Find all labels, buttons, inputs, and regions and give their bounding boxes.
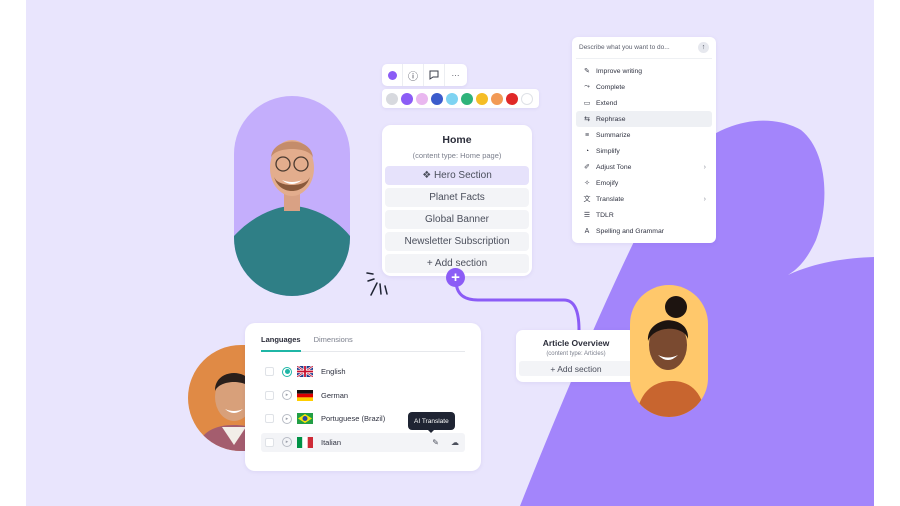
info-button[interactable]: ⓘ xyxy=(403,64,424,86)
ai-menu-item-label: Adjust Tone xyxy=(596,163,632,171)
default-radio[interactable]: ▸ xyxy=(282,390,292,400)
comment-icon xyxy=(429,70,439,80)
ai-menu-item-label: Simplify xyxy=(596,147,620,155)
ai-menu-item-label: Rephrase xyxy=(596,115,626,123)
default-radio[interactable]: ▸ xyxy=(282,437,292,447)
article-card-subtitle: (content type: Articles) xyxy=(546,351,606,357)
extend-icon: ▭ xyxy=(583,100,591,107)
row-checkbox[interactable] xyxy=(265,390,274,400)
home-card-subtitle: (content type: Home page) xyxy=(412,151,502,160)
home-card-title: Home xyxy=(442,134,472,146)
color-swatch[interactable] xyxy=(491,92,503,105)
color-button[interactable] xyxy=(382,64,403,86)
color-swatch[interactable] xyxy=(476,92,488,105)
default-radio[interactable] xyxy=(282,366,292,377)
ai-menu-item-spelling-and-grammar[interactable]: A Spelling and Grammar xyxy=(576,223,712,239)
ai-menu-item-complete[interactable]: ⤳ Complete xyxy=(576,79,712,95)
article-add-section-button[interactable]: + Add section xyxy=(519,361,633,376)
send-arrow-icon[interactable]: ↑ xyxy=(698,42,709,53)
complete-icon: ⤳ xyxy=(584,83,590,90)
language-row-german[interactable]: ▸ German xyxy=(261,386,465,405)
ai-menu-item-tdlr[interactable]: ☰ TDLR xyxy=(576,207,712,223)
comment-button[interactable] xyxy=(424,64,445,86)
language-name: Portuguese (Brazil) xyxy=(321,414,386,423)
color-swatch[interactable] xyxy=(461,92,473,105)
flag-uk-icon xyxy=(297,366,313,377)
ai-menu-item-extend[interactable]: ▭ Extend xyxy=(576,95,712,111)
language-row-italian[interactable]: ▸ Italian ✎ ☁ xyxy=(261,432,465,452)
tab-languages[interactable]: Languages xyxy=(261,335,301,352)
language-row-english[interactable]: English xyxy=(261,362,465,381)
more-button[interactable]: ··· xyxy=(445,64,466,86)
color-swatch[interactable] xyxy=(431,92,443,105)
portrait-woman-smiling xyxy=(630,285,708,417)
chevron-right-icon: › xyxy=(703,195,706,203)
ai-menu-item-label: TDLR xyxy=(596,211,614,219)
flag-brazil-icon xyxy=(297,413,313,424)
ai-menu-item-improve-writing[interactable]: ✎ Improve writing xyxy=(576,63,712,79)
color-dot-icon xyxy=(387,70,397,80)
ai-menu-item-label: Improve writing xyxy=(596,67,643,75)
row-checkbox[interactable] xyxy=(265,437,274,447)
ai-menu-item-label: Summarize xyxy=(596,131,631,139)
row-checkbox[interactable] xyxy=(265,414,274,423)
ai-menu-item-simplify[interactable]: ◔ Simplify xyxy=(576,143,712,159)
improve-writing-icon: ✎ xyxy=(584,68,590,75)
ai-translate-tooltip: AI Translate xyxy=(408,412,455,433)
color-palette xyxy=(382,89,539,108)
color-swatch[interactable] xyxy=(506,92,518,105)
ai-menu-item-adjust-tone[interactable]: ✐ Adjust Tone › xyxy=(576,159,712,175)
home-page-card: Home (content type: Home page) ❖ Hero Se… xyxy=(382,125,532,276)
ai-menu-item-label: Translate xyxy=(596,195,625,203)
ai-translate-icon[interactable]: ✎ xyxy=(432,438,439,447)
spelling-and-grammar-icon: A xyxy=(584,227,590,235)
article-card-title: Article Overview xyxy=(542,338,610,348)
row-checkbox[interactable] xyxy=(265,367,274,376)
plus-node-button[interactable]: + xyxy=(446,268,465,287)
section-newsletter[interactable]: Newsletter Subscription xyxy=(385,232,529,251)
portrait-man-glasses xyxy=(234,96,350,296)
language-name: English xyxy=(321,367,346,376)
default-radio[interactable]: ▸ xyxy=(282,413,292,424)
ai-prompt-input[interactable]: Describe what you want to do... ↑ xyxy=(576,37,712,59)
color-swatch[interactable] xyxy=(521,92,533,105)
rephrase-icon: ⇆ xyxy=(584,116,590,123)
languages-card: Languages Dimensions English ▸ German ▸ … xyxy=(245,323,481,471)
summarize-icon: ≡ xyxy=(584,131,590,139)
ai-menu-item-emojify[interactable]: ✧ Emojify xyxy=(576,175,712,191)
ai-menu-item-summarize[interactable]: ≡ Summarize xyxy=(576,127,712,143)
color-swatch[interactable] xyxy=(401,92,413,105)
language-name: German xyxy=(321,390,349,400)
tab-dimensions[interactable]: Dimensions xyxy=(314,335,353,351)
ai-menu-item-label: Extend xyxy=(596,99,618,107)
format-toolbar: ⓘ ··· xyxy=(382,64,467,86)
flag-italy-icon xyxy=(297,436,313,448)
translate-icon: 文 xyxy=(583,196,591,203)
canvas: ⓘ ··· Home (content type: Home page) ❖ H… xyxy=(26,0,874,506)
language-name: Italian xyxy=(321,437,342,447)
color-swatch[interactable] xyxy=(416,92,428,105)
tdlr-icon: ☰ xyxy=(583,212,591,219)
ai-assistant-menu: Describe what you want to do... ↑ ✎ Impro… xyxy=(572,37,716,243)
color-swatch[interactable] xyxy=(386,92,398,105)
more-icon: ··· xyxy=(451,70,460,80)
section-planet-facts[interactable]: Planet Facts xyxy=(385,188,529,207)
ai-menu-item-label: Emojify xyxy=(596,179,619,187)
ai-menu-item-label: Spelling and Grammar xyxy=(596,227,664,235)
adjust-tone-icon: ✐ xyxy=(584,164,590,171)
article-overview-card: Article Overview (content type: Articles… xyxy=(516,330,636,382)
ai-menu-item-rephrase[interactable]: ⇆ Rephrase xyxy=(576,111,712,127)
ai-menu-item-translate[interactable]: 文 Translate › xyxy=(576,191,712,207)
info-icon: ⓘ xyxy=(408,71,418,83)
section-hero[interactable]: ❖ Hero Section xyxy=(385,166,529,185)
ai-prompt-placeholder: Describe what you want to do... xyxy=(579,44,670,51)
upload-cloud-icon[interactable]: ☁ xyxy=(451,438,459,447)
ai-menu-item-label: Complete xyxy=(596,83,626,91)
flag-germany-icon xyxy=(297,389,313,401)
color-swatch[interactable] xyxy=(446,92,458,105)
chevron-right-icon: › xyxy=(703,163,706,171)
section-global-banner[interactable]: Global Banner xyxy=(385,210,529,229)
simplify-icon: ◔ xyxy=(584,147,590,155)
emojify-icon: ✧ xyxy=(584,180,590,187)
